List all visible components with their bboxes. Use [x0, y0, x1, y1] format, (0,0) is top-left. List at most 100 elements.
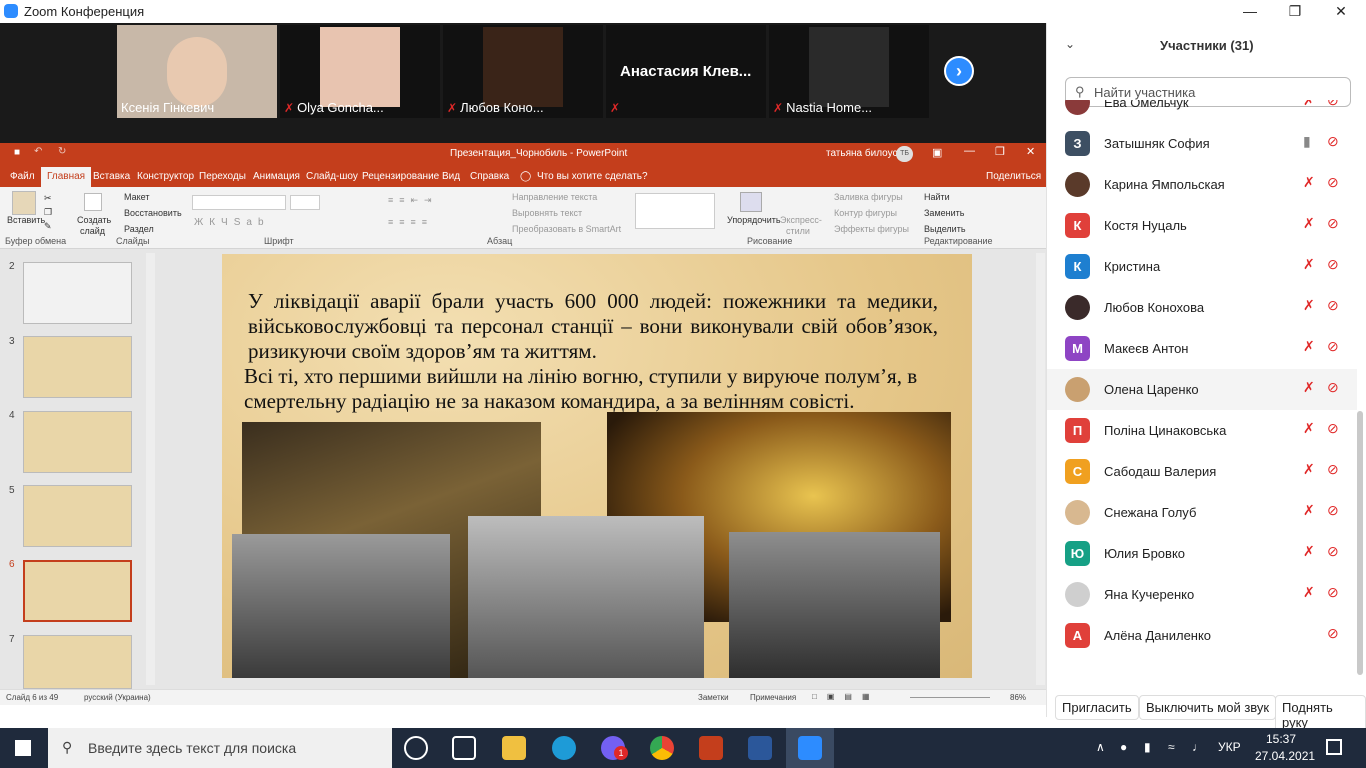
- slide-thumbnail[interactable]: [23, 262, 132, 324]
- volume-icon[interactable]: ♩: [1192, 740, 1204, 754]
- video-off-icon[interactable]: ⊘: [1327, 297, 1339, 314]
- mic-muted-icon[interactable]: ✗: [1303, 174, 1315, 191]
- powerpoint-icon[interactable]: [699, 736, 723, 760]
- maximize-button[interactable]: ❐: [1285, 2, 1305, 20]
- mic-muted-icon[interactable]: ✗: [1303, 461, 1315, 478]
- smartart-button[interactable]: Преобразовать в SmartArt: [512, 224, 621, 234]
- tab-insert[interactable]: Вставка: [93, 171, 130, 182]
- video-off-icon[interactable]: ⊘: [1327, 379, 1339, 396]
- keyboard-language[interactable]: УКР: [1218, 740, 1241, 754]
- video-off-icon[interactable]: ⊘: [1327, 584, 1339, 601]
- font-format-buttons[interactable]: ЖКЧSab: [194, 217, 270, 228]
- tab-animation[interactable]: Анимация: [253, 171, 300, 182]
- tab-home[interactable]: Главная: [41, 167, 92, 187]
- participant-row[interactable]: К Костя Нуцаль ✗ ⊘: [1047, 205, 1357, 246]
- select-button[interactable]: Выделить: [924, 224, 966, 234]
- participant-row[interactable]: А Алёна Даниленко ⊘: [1047, 615, 1357, 656]
- ppt-minimize-button[interactable]: —: [964, 145, 975, 157]
- new-slide-button[interactable]: Создать: [77, 215, 111, 225]
- mic-muted-icon[interactable]: ✗: [1303, 256, 1315, 273]
- layout-button[interactable]: Макет: [124, 192, 149, 202]
- tab-help[interactable]: Справка: [470, 171, 509, 182]
- tab-slideshow[interactable]: Слайд-шоу: [306, 171, 358, 182]
- participant-row[interactable]: С Сабодаш Валерия ✗ ⊘: [1047, 451, 1357, 492]
- font-name-select[interactable]: [192, 195, 286, 210]
- notifications-icon[interactable]: [1326, 739, 1342, 755]
- section-button[interactable]: Раздел: [124, 224, 154, 234]
- task-view-icon[interactable]: [452, 736, 476, 760]
- clock-date[interactable]: 27.04.2021: [1255, 749, 1315, 763]
- video-tile[interactable]: ✗ Olya Goncha...: [280, 25, 440, 118]
- windows-start-icon[interactable]: [15, 740, 31, 756]
- shape-outline-button[interactable]: Контур фигуры: [834, 208, 897, 218]
- participant-row[interactable]: П Поліна Цинаковська ✗ ⊘: [1047, 410, 1357, 451]
- video-off-icon[interactable]: ⊘: [1327, 461, 1339, 478]
- font-size-select[interactable]: [290, 195, 320, 210]
- minimize-button[interactable]: —: [1240, 2, 1260, 20]
- participant-row[interactable]: Карина Ямпольская ✗ ⊘: [1047, 164, 1357, 205]
- video-off-icon[interactable]: ⊘: [1327, 100, 1339, 109]
- undo-icon[interactable]: ↶: [34, 146, 42, 157]
- video-off-icon[interactable]: ⊘: [1327, 625, 1339, 642]
- video-tile[interactable]: Ксенія Гінкевич: [117, 25, 277, 118]
- video-off-icon[interactable]: ⊘: [1327, 338, 1339, 355]
- save-icon[interactable]: ■: [14, 147, 20, 158]
- mic-muted-icon[interactable]: ✗: [1303, 502, 1315, 519]
- edge-icon[interactable]: [552, 736, 576, 760]
- participant-row[interactable]: М Макеєв Антон ✗ ⊘: [1047, 328, 1357, 369]
- participant-row[interactable]: Ю Юлия Бровко ✗ ⊘: [1047, 533, 1357, 574]
- video-off-icon[interactable]: ⊘: [1327, 256, 1339, 273]
- chrome-icon[interactable]: [650, 736, 674, 760]
- new-slide-button-line2[interactable]: слайд: [80, 226, 105, 236]
- video-tile[interactable]: ✗ Любов Коно...: [443, 25, 603, 118]
- participant-row[interactable]: Олена Царенко ✗ ⊘: [1047, 369, 1357, 410]
- redo-icon[interactable]: ↻: [58, 146, 66, 157]
- comments-button[interactable]: Примечания: [750, 693, 796, 702]
- video-off-icon[interactable]: ⊘: [1327, 215, 1339, 232]
- share-button[interactable]: Поделиться: [986, 171, 1041, 182]
- ppt-restore-button[interactable]: ❐: [995, 145, 1005, 158]
- ppt-close-button[interactable]: ✕: [1026, 145, 1035, 158]
- mic-muted-icon[interactable]: ✗: [1303, 297, 1315, 314]
- shape-fill-button[interactable]: Заливка фигуры: [834, 192, 903, 202]
- wifi-icon[interactable]: ≈: [1168, 740, 1175, 754]
- mic-muted-icon[interactable]: ✗: [1303, 543, 1315, 560]
- video-off-icon[interactable]: ⊘: [1327, 133, 1339, 150]
- format-painter-icon[interactable]: ✎: [44, 221, 52, 232]
- tab-view[interactable]: Вид: [442, 171, 460, 182]
- paste-icon[interactable]: [12, 191, 36, 215]
- participant-scrollbar[interactable]: [1357, 411, 1363, 675]
- participant-row[interactable]: К Кристина ✗ ⊘: [1047, 246, 1357, 287]
- mic-muted-icon[interactable]: ✗: [1303, 100, 1315, 109]
- new-slide-icon[interactable]: [84, 193, 102, 211]
- invite-button[interactable]: Пригласить: [1055, 695, 1139, 720]
- paste-button[interactable]: Вставить: [7, 215, 45, 225]
- text-direction-button[interactable]: Направление текста: [512, 192, 597, 202]
- thumbnail-scrollbar[interactable]: [146, 253, 155, 685]
- microphone-icon[interactable]: ●: [1120, 740, 1127, 754]
- close-button[interactable]: ✕: [1331, 2, 1351, 20]
- mic-muted-icon[interactable]: ✗: [1303, 420, 1315, 437]
- slide[interactable]: У ліквідації аварії брали участь 600 000…: [222, 254, 972, 678]
- replace-button[interactable]: Заменить: [924, 208, 964, 218]
- mic-muted-icon[interactable]: ✗: [1303, 215, 1315, 232]
- reset-button[interactable]: Восстановить: [124, 208, 182, 218]
- cortana-icon[interactable]: [404, 736, 428, 760]
- tell-me-search[interactable]: Что вы хотите сделать?: [537, 171, 648, 182]
- tray-chevron-icon[interactable]: ∧: [1096, 740, 1105, 754]
- word-icon[interactable]: [748, 736, 772, 760]
- collapse-chevron-icon[interactable]: ⌄: [1065, 37, 1075, 51]
- mic-muted-icon[interactable]: ✗: [1303, 379, 1315, 396]
- quick-styles-button[interactable]: Экспресс-: [780, 215, 822, 225]
- align-text-button[interactable]: Выровнять текст: [512, 208, 582, 218]
- microphone-icon[interactable]: ▮: [1303, 133, 1311, 150]
- canvas-scrollbar[interactable]: [1036, 253, 1045, 685]
- video-off-icon[interactable]: ⊘: [1327, 420, 1339, 437]
- video-off-icon[interactable]: ⊘: [1327, 174, 1339, 191]
- find-button[interactable]: Найти: [924, 192, 950, 202]
- quick-styles-button-line2[interactable]: стили: [786, 226, 810, 236]
- list-buttons[interactable]: ≡≡⇤⇥: [388, 195, 438, 206]
- zoom-taskbar-active[interactable]: [786, 728, 834, 768]
- tab-file[interactable]: Файл: [10, 171, 35, 182]
- tab-design[interactable]: Конструктор: [137, 171, 194, 182]
